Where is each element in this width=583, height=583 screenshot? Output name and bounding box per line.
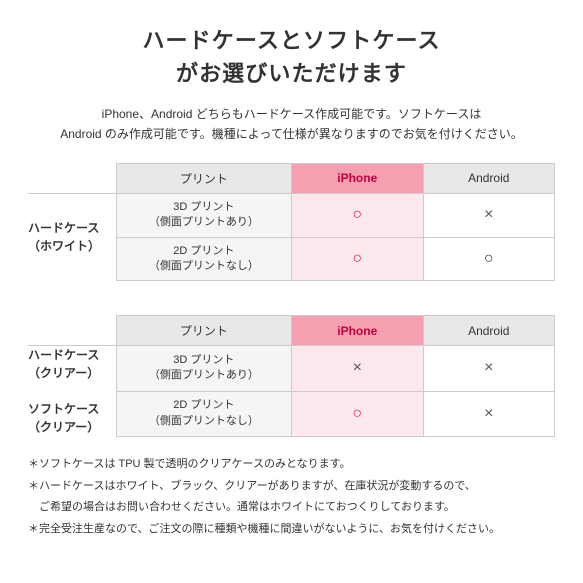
table1-row2-iphone: ○ — [292, 237, 423, 281]
note-2: ＊ハードケースはホワイト、ブラック、クリアーがありますが、在庫状況が変動するので… — [28, 477, 555, 497]
notes-section: ＊ソフトケースは TPU 製で透明のクリアケースのみとなります。 ＊ハードケース… — [28, 455, 555, 540]
subtitle: iPhone、Android どちらもハードケース作成可能です。ソフトケースはA… — [28, 104, 555, 145]
table2-header-iphone: iPhone — [292, 316, 423, 346]
table1-row1: ハードケース （ホワイト） 3D プリント （側面プリントあり） ○ × — [28, 193, 555, 237]
table2-row2-label: 2D プリント （側面プリントなし） — [116, 391, 291, 436]
table1-left-label: ハードケース （ホワイト） — [28, 193, 116, 281]
table1-row2-android: ○ — [423, 237, 555, 281]
table1-section: プリント iPhone Android ハードケース （ホワイト） 3D プリン… — [28, 163, 555, 282]
table2-row1: ハードケース （クリアー） ソフトケース （クリアー） 3D プリント （側面プ… — [28, 346, 555, 391]
table2-left-label: ハードケース （クリアー） ソフトケース （クリアー） — [28, 346, 116, 437]
note-4: ＊完全受注生産なので、ご注文の際に種類や機種に間違いがないように、お気を付けくだ… — [28, 520, 555, 540]
table2-row2-iphone: ○ — [292, 391, 423, 436]
table1-row1-iphone: ○ — [292, 193, 423, 237]
table2-empty-header — [28, 316, 116, 346]
table1-header-iphone: iPhone — [292, 163, 423, 193]
table2-row1-label: 3D プリント （側面プリントあり） — [116, 346, 291, 391]
table2-row1-android: × — [423, 346, 555, 391]
table2-row1-iphone: × — [292, 346, 423, 391]
table1-header-print: プリント — [116, 163, 291, 193]
note-1: ＊ソフトケースは TPU 製で透明のクリアケースのみとなります。 — [28, 455, 555, 475]
title: ハードケースとソフトケース がお選びいただけます — [28, 24, 555, 90]
table1-row2-label: 2D プリント （側面プリントなし） — [116, 237, 291, 281]
table1-empty-header — [28, 163, 116, 193]
table1-row1-label: 3D プリント （側面プリントあり） — [116, 193, 291, 237]
table1-header-android: Android — [423, 163, 555, 193]
table2-header-print: プリント — [116, 316, 291, 346]
table2-row2-android: × — [423, 391, 555, 436]
note-3: ご希望の場合はお問い合わせください。通常はホワイトにておつくりしております。 — [28, 498, 555, 518]
table2-section: プリント iPhone Android ハードケース （クリアー） ソフトケース… — [28, 315, 555, 437]
table2-header-android: Android — [423, 316, 555, 346]
table1-row1-android: × — [423, 193, 555, 237]
